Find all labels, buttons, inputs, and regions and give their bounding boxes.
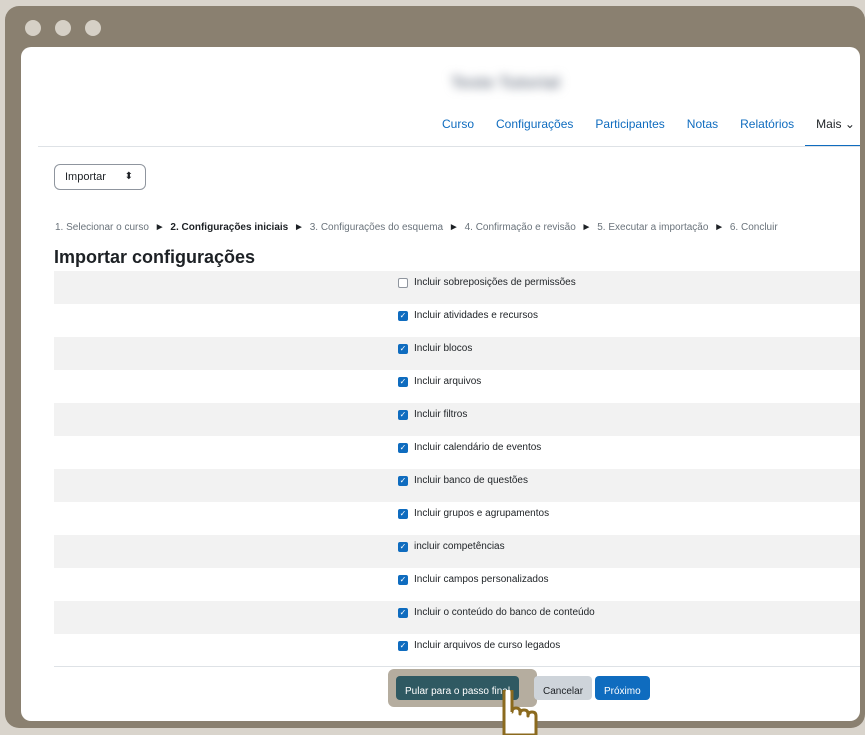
setting-row: ✓ Incluir arquivos [54, 370, 860, 403]
settings-list: Incluir sobreposições de permissões ✓ Incl… [54, 271, 860, 667]
window-dot-icon[interactable] [55, 20, 71, 36]
setting-checkbox[interactable]: ✓ [398, 542, 408, 552]
action-select-value: Importar [65, 171, 106, 183]
setting-row: ✓ Incluir blocos [54, 337, 860, 370]
setting-label: Incluir arquivos de curso legados [414, 640, 561, 651]
setting-checkbox[interactable]: ✓ [398, 509, 408, 519]
setting-row: ✓ Incluir atividades e recursos [54, 304, 860, 337]
pointer-hand-icon [502, 690, 538, 735]
setting-label: Incluir banco de questões [414, 475, 528, 486]
setting-label: Incluir grupos e agrupamentos [414, 508, 550, 519]
select-caret-icon: ⬍ [124, 171, 133, 182]
nav-curso[interactable]: Curso [431, 109, 485, 147]
step-arrow-icon: ► [294, 222, 304, 233]
setting-row: ✓ Incluir o conteúdo do banco de conteúdo [54, 601, 860, 634]
action-select[interactable]: Importar ⬍ [54, 164, 146, 190]
page-title: Importar configurações [54, 247, 256, 267]
setting-label: Incluir blocos [414, 343, 473, 354]
setting-checkbox[interactable]: ✓ [398, 608, 408, 618]
course-title: Teste Tutorial [451, 73, 560, 92]
setting-row: ✓ Incluir grupos e agrupamentos [54, 502, 860, 535]
step-1: 1. Selecionar o curso [55, 222, 149, 233]
setting-row: ✓ incluir competências [54, 535, 860, 568]
setting-row: ✓ Incluir calendário de eventos [54, 436, 860, 469]
setting-row: ✓ Incluir filtros [54, 403, 860, 436]
setting-row: ✓ Incluir campos personalizados [54, 568, 860, 601]
cancel-button[interactable]: Cancelar [534, 676, 593, 700]
setting-checkbox[interactable]: ✓ [398, 575, 408, 585]
nav-notas[interactable]: Notas [676, 109, 729, 147]
step-2-current: 2. Configurações iniciais [170, 222, 289, 233]
setting-row: ✓ Incluir arquivos de curso legados [54, 634, 860, 667]
nav-divider [38, 146, 860, 147]
form-divider [54, 666, 860, 667]
setting-label: Incluir arquivos [414, 376, 482, 387]
setting-checkbox[interactable]: ✓ [398, 443, 408, 453]
setting-checkbox[interactable]: ✓ [398, 476, 408, 486]
setting-checkbox[interactable]: ✓ [398, 641, 408, 651]
step-5: 5. Executar a importação [597, 222, 709, 233]
nav-mais[interactable]: Mais ⌄ [805, 109, 860, 147]
setting-label: incluir competências [414, 541, 505, 552]
setting-label: Incluir calendário de eventos [414, 442, 542, 453]
step-4: 4. Confirmação e revisão [464, 222, 576, 233]
window-dot-icon[interactable] [85, 20, 101, 36]
setting-label: Incluir filtros [414, 409, 468, 420]
step-arrow-icon: ► [448, 222, 459, 233]
nav-relatorios[interactable]: Relatórios [729, 109, 805, 147]
nav-configuracoes[interactable]: Configurações [485, 109, 584, 147]
setting-label: Incluir campos personalizados [414, 574, 549, 585]
step-6: 6. Concluir [729, 222, 778, 233]
step-arrow-icon: ► [714, 222, 725, 233]
window-dot-icon[interactable] [25, 20, 41, 36]
setting-checkbox[interactable] [398, 278, 408, 288]
next-button[interactable]: Próximo [595, 676, 650, 700]
setting-checkbox[interactable]: ✓ [398, 410, 408, 420]
import-steps-breadcrumb: 1. Selecionar o curso ► 2. Configurações… [55, 222, 778, 233]
course-nav: Curso Configurações Participantes Notas … [431, 109, 860, 147]
setting-checkbox[interactable]: ✓ [398, 344, 408, 354]
setting-label: Incluir o conteúdo do banco de conteúdo [414, 607, 595, 618]
setting-label: Incluir atividades e recursos [414, 310, 538, 321]
setting-label: Incluir sobreposições de permissões [414, 277, 576, 288]
step-arrow-icon: ► [154, 222, 165, 233]
setting-checkbox[interactable]: ✓ [398, 311, 408, 321]
app-window: Teste Tutorial Curso Configurações Parti… [21, 47, 860, 721]
setting-row: Incluir sobreposições de permissões [54, 271, 860, 304]
setting-row: ✓ Incluir banco de questões [54, 469, 860, 502]
step-arrow-icon: ► [581, 222, 592, 233]
step-3: 3. Configurações do esquema [309, 222, 444, 233]
setting-checkbox[interactable]: ✓ [398, 377, 408, 387]
nav-participantes[interactable]: Participantes [584, 109, 675, 147]
window-controls [25, 20, 101, 36]
